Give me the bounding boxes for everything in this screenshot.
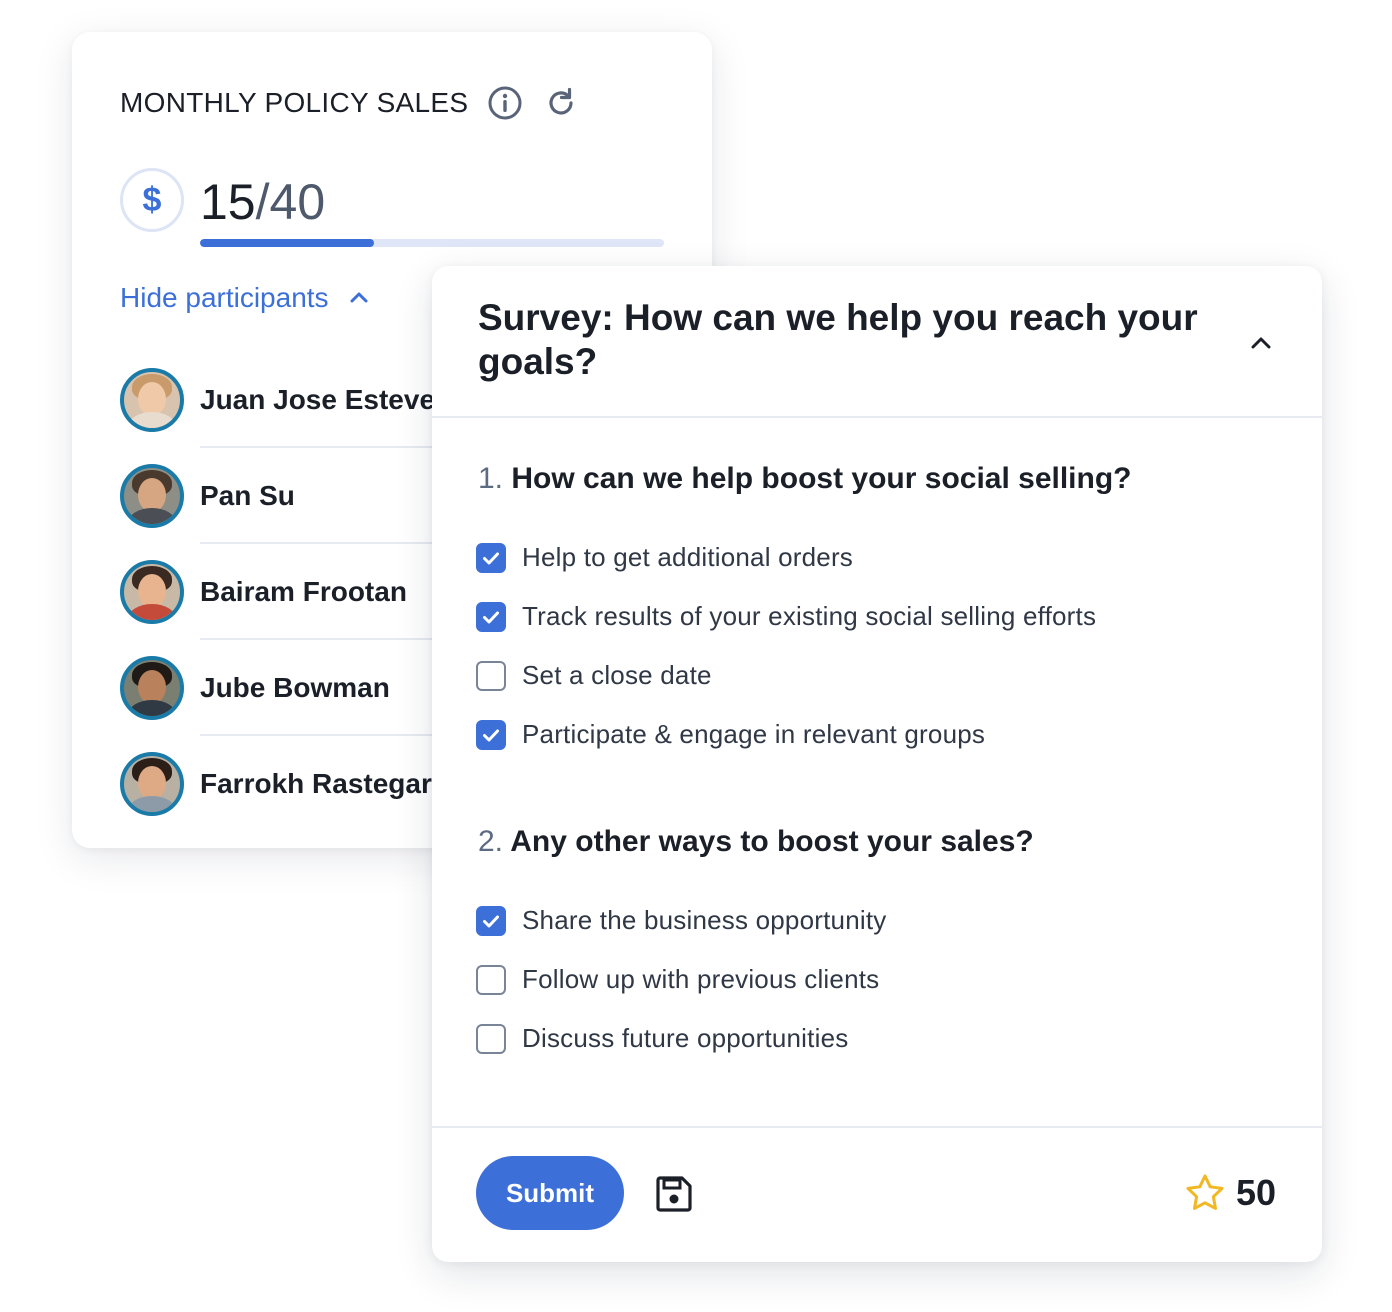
checkbox-unchecked[interactable] <box>476 1023 506 1054</box>
survey-title: Survey: How can we help you reach your g… <box>478 297 1198 382</box>
sales-progress-text: 15/40 <box>200 170 325 234</box>
save-icon[interactable] <box>654 1174 694 1214</box>
sales-card-title: MONTHLY POLICY SALES <box>120 87 469 118</box>
option-row[interactable]: Follow up with previous clients <box>476 950 886 1009</box>
option-row[interactable]: Track results of your existing social se… <box>476 587 1096 646</box>
option-row[interactable]: Set a close date <box>476 646 1096 705</box>
option-row[interactable]: Discuss future opportunities <box>476 1009 886 1068</box>
question-number: 2. <box>478 825 504 858</box>
info-icon[interactable] <box>486 84 524 122</box>
option-row[interactable]: Share the business opportunity <box>476 891 886 950</box>
question-number: 1. <box>478 462 504 495</box>
dollar-icon: $ <box>120 168 184 232</box>
option-label: Track results of your existing social se… <box>522 601 1097 631</box>
checkbox-unchecked[interactable] <box>476 660 506 691</box>
chevron-up-icon <box>1251 337 1271 349</box>
avatar <box>120 368 184 432</box>
currency-symbol: $ <box>142 180 162 219</box>
question-text: Any other ways to boost your sales? <box>510 825 1034 858</box>
collapse-button[interactable] <box>1246 328 1276 358</box>
submit-button[interactable]: Submit <box>476 1156 624 1230</box>
question-2-options: Share the business opportunity Follow up… <box>476 891 886 1068</box>
progress-total: 40 <box>269 174 326 230</box>
participant-name: Juan Jose Esteve <box>200 384 436 415</box>
question-1: 1. How can we help boost your social sel… <box>478 462 1132 496</box>
question-text: How can we help boost your social sellin… <box>511 462 1132 495</box>
survey-footer: Submit 50 <box>432 1126 1322 1262</box>
hide-participants-toggle[interactable]: Hide participants <box>120 282 371 314</box>
question-1-options: Help to get additional orders Track resu… <box>476 528 1096 764</box>
avatar <box>120 752 184 816</box>
chevron-up-icon <box>347 286 371 310</box>
participant-name: Pan Su <box>200 480 295 511</box>
option-label: Set a close date <box>522 660 712 690</box>
question-2: 2. Any other ways to boost your sales? <box>478 825 1034 859</box>
sales-progress-fill <box>200 239 374 247</box>
hide-participants-label: Hide participants <box>120 282 329 313</box>
points-value: 50 <box>1235 1172 1276 1213</box>
option-label: Share the business opportunity <box>522 905 887 935</box>
checkbox-checked[interactable] <box>476 905 506 936</box>
participant-name: Farrokh Rastegar <box>200 768 432 799</box>
option-row[interactable]: Help to get additional orders <box>476 528 1096 587</box>
option-label: Help to get additional orders <box>522 542 854 572</box>
option-label: Follow up with previous clients <box>522 964 880 994</box>
option-label: Participate & engage in relevant groups <box>522 719 986 749</box>
avatar <box>120 464 184 528</box>
checkbox-checked[interactable] <box>476 719 506 750</box>
survey-card: Survey: How can we help you reach your g… <box>432 266 1322 1262</box>
checkbox-unchecked[interactable] <box>476 964 506 995</box>
refresh-icon[interactable] <box>542 84 580 122</box>
survey-header: Survey: How can we help you reach your g… <box>432 266 1322 418</box>
avatar <box>120 560 184 624</box>
progress-separator: / <box>255 174 270 230</box>
participant-name: Jube Bowman <box>200 672 390 703</box>
participant-name: Bairam Frootan <box>200 576 407 607</box>
checkbox-checked[interactable] <box>476 542 506 573</box>
star-icon <box>1186 1174 1224 1210</box>
sales-progress-bar <box>200 239 664 247</box>
option-row[interactable]: Participate & engage in relevant groups <box>476 705 1096 764</box>
points-display: 50 <box>1184 1172 1276 1214</box>
sales-header: MONTHLY POLICY SALES <box>120 84 580 122</box>
avatar <box>120 656 184 720</box>
progress-current: 15 <box>200 174 256 230</box>
option-label: Discuss future opportunities <box>522 1023 849 1053</box>
checkbox-checked[interactable] <box>476 601 506 632</box>
